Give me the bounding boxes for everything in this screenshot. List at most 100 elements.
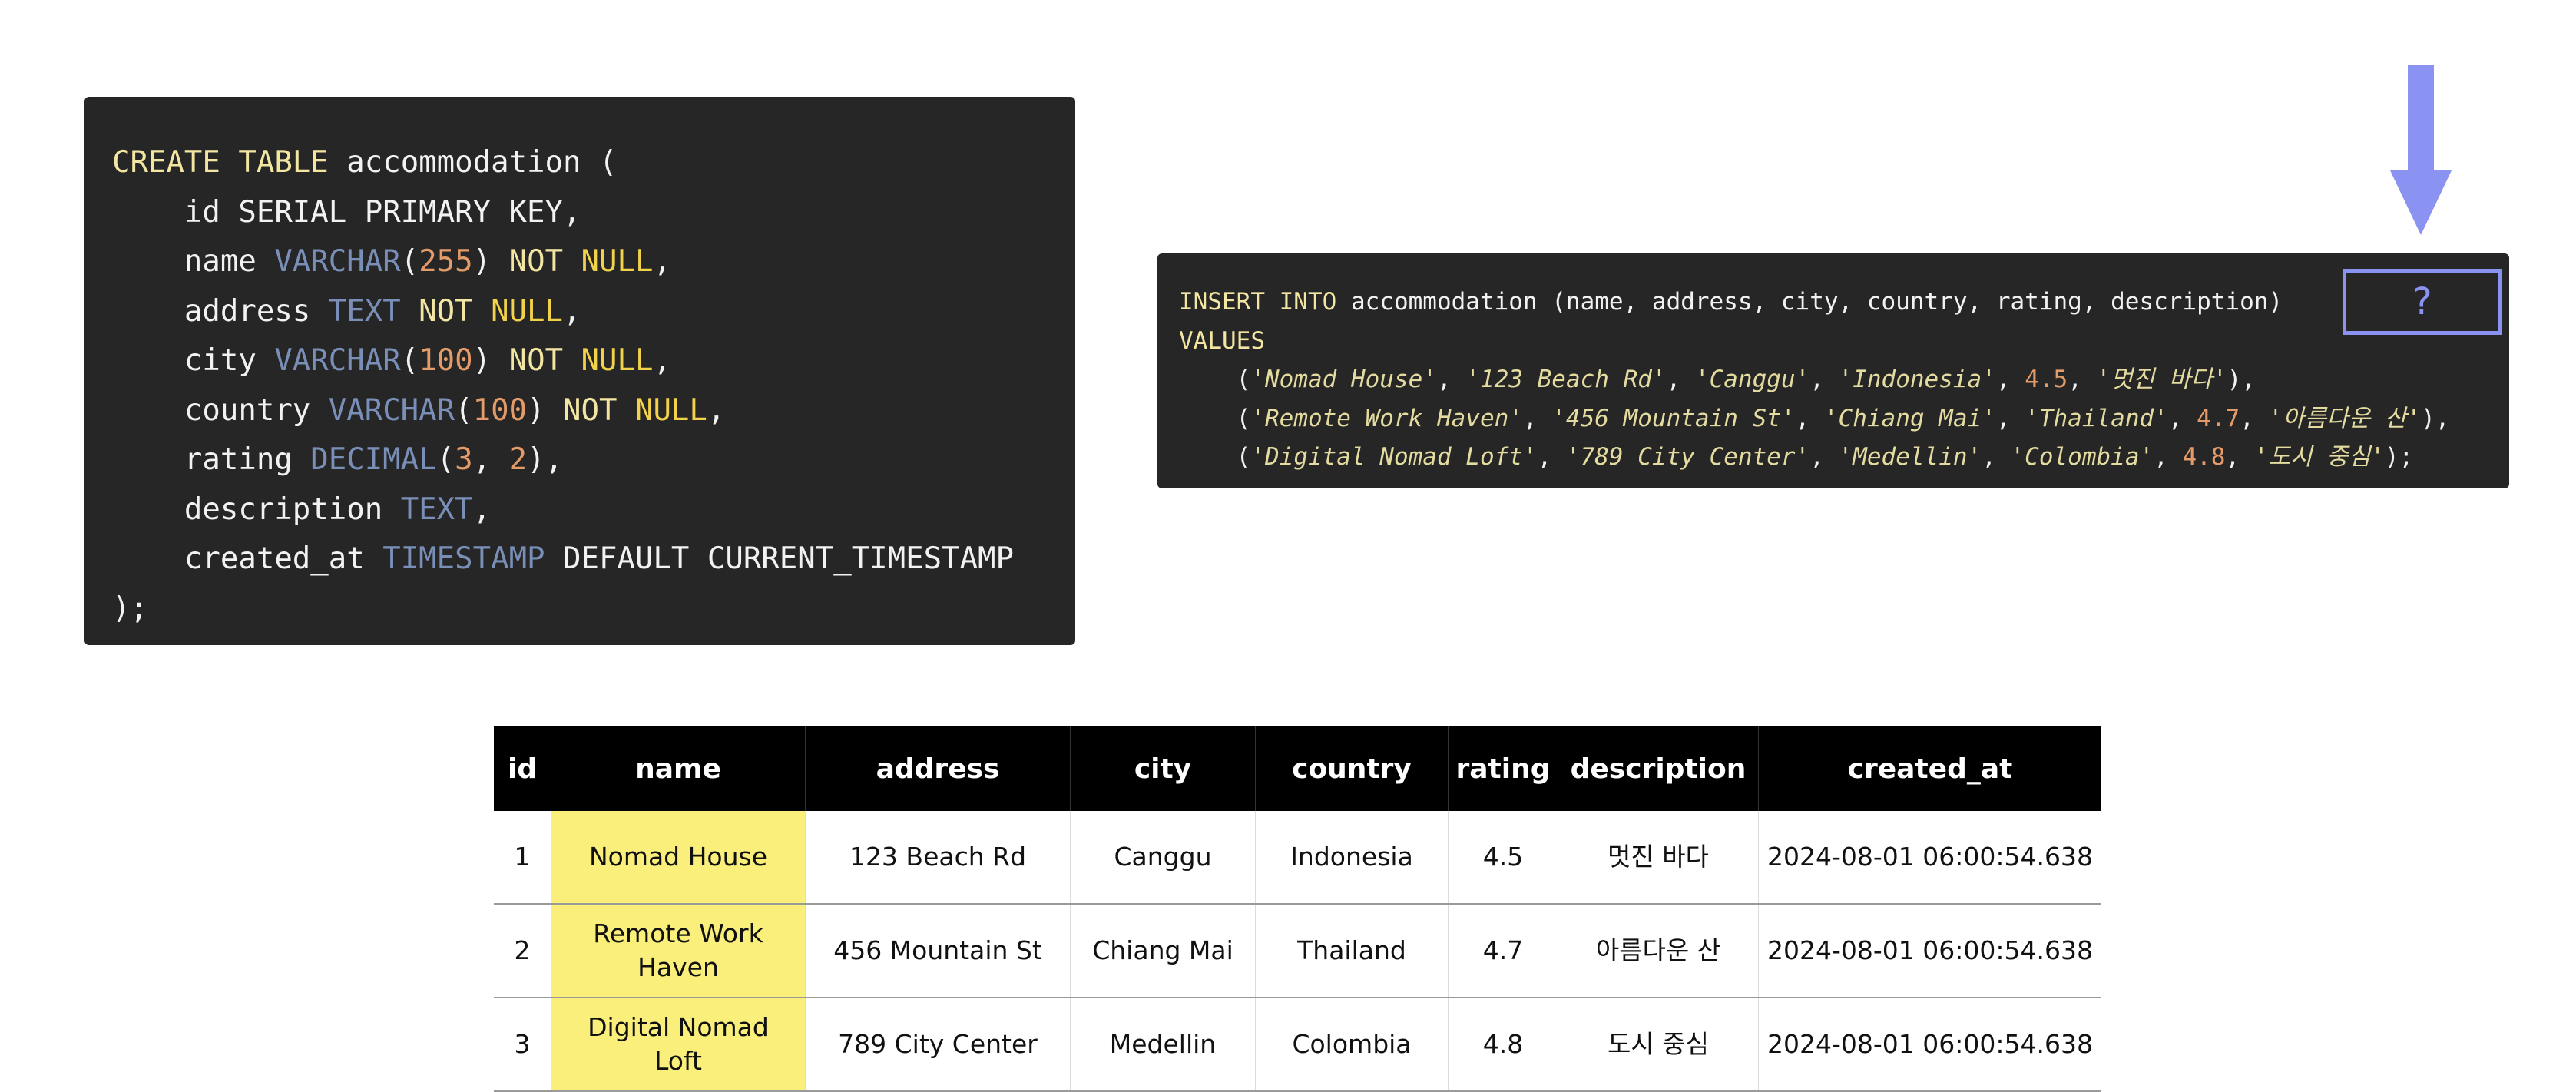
code-token: 'Digital Nomad Loft' bbox=[1250, 443, 1538, 471]
table-row: 2 Remote Work Haven 456 Mountain St Chiang … bbox=[494, 904, 2101, 998]
code-token: 'Colombia' bbox=[2010, 443, 2154, 471]
code-token: NULL bbox=[491, 293, 564, 329]
code-token: 255 bbox=[419, 244, 473, 279]
code-token: created_at bbox=[112, 541, 383, 576]
code-token: , bbox=[1982, 443, 2011, 471]
insert-code-line: VALUES bbox=[1179, 322, 2509, 361]
code-token: INSERT INTO bbox=[1179, 288, 1351, 316]
code-token: country bbox=[112, 392, 329, 428]
code-token: NULL bbox=[634, 392, 707, 428]
create-table-code-line: rating DECIMAL(3, 2), bbox=[112, 435, 1075, 485]
code-token: accommodation (name, address, city, coun… bbox=[1350, 288, 2283, 316]
insert-code-line: INSERT INTO accommodation (name, address… bbox=[1179, 283, 2509, 322]
down-arrow-icon bbox=[2390, 65, 2452, 235]
code-token: NULL bbox=[581, 343, 654, 378]
column-header-address: address bbox=[805, 726, 1071, 811]
create-table-code-line: id SERIAL PRIMARY KEY, bbox=[112, 188, 1075, 238]
create-table-code-line: address TEXT NOT NULL, bbox=[112, 287, 1075, 337]
code-token: TIMESTAMP bbox=[382, 541, 564, 576]
code-token: ( bbox=[1179, 404, 1251, 432]
code-token: '멋진 바다' bbox=[2096, 366, 2227, 393]
code-token: , bbox=[472, 491, 492, 527]
code-token: 'Medellin' bbox=[1838, 443, 1982, 471]
insert-code-line: ('Nomad House', '123 Beach Rd', 'Canggu'… bbox=[1179, 360, 2509, 399]
code-token: NOT bbox=[508, 343, 581, 378]
code-token: , bbox=[653, 343, 671, 378]
cell-id: 2 bbox=[494, 904, 551, 998]
code-token: , bbox=[1666, 366, 1695, 393]
table-row: 3 Digital Nomad Loft 789 City Center Medell… bbox=[494, 998, 2101, 1092]
question-box: ? bbox=[2343, 269, 2502, 335]
cell-id: 3 bbox=[494, 998, 551, 1092]
code-token: 2 bbox=[508, 442, 528, 477]
code-token: , bbox=[563, 293, 581, 329]
create-table-code-line: city VARCHAR(100) NOT NULL, bbox=[112, 336, 1075, 386]
column-header-description: description bbox=[1558, 726, 1759, 811]
code-token: description bbox=[112, 491, 401, 527]
insert-code-line: ('Digital Nomad Loft', '789 City Center'… bbox=[1179, 438, 2509, 477]
cell-name: Remote Work Haven bbox=[551, 904, 806, 998]
column-header-city: city bbox=[1070, 726, 1256, 811]
create-table-code-line: created_at TIMESTAMP DEFAULT CURRENT_TIM… bbox=[112, 534, 1075, 584]
cell-address: 456 Mountain St bbox=[805, 904, 1071, 998]
cell-address: 123 Beach Rd bbox=[805, 811, 1071, 905]
code-token: 4.8 bbox=[2182, 443, 2226, 471]
code-token: '789 City Center' bbox=[1565, 443, 1810, 471]
code-token: , bbox=[472, 442, 509, 477]
code-token: id SERIAL PRIMARY KEY, bbox=[112, 194, 581, 230]
code-token: VARCHAR bbox=[274, 244, 401, 279]
code-token: , bbox=[2154, 443, 2183, 471]
code-token: ( bbox=[400, 244, 419, 279]
cell-city: Chiang Mai bbox=[1070, 904, 1256, 998]
code-token: , bbox=[707, 392, 726, 428]
code-token: 'Canggu' bbox=[1694, 366, 1810, 393]
create-table-code-line: ); bbox=[112, 584, 1075, 634]
code-token: '도시 중심' bbox=[2253, 443, 2385, 471]
code-token: ), bbox=[2421, 404, 2450, 432]
code-token: TEXT bbox=[400, 491, 473, 527]
code-token: address bbox=[112, 293, 329, 329]
cell-created-at: 2024-08-01 06:00:54.638 bbox=[1758, 904, 2101, 998]
code-token: ) bbox=[472, 343, 509, 378]
code-token: DECIMAL bbox=[310, 442, 437, 477]
create-table-code-line: description TEXT, bbox=[112, 485, 1075, 535]
cell-rating: 4.7 bbox=[1448, 904, 1558, 998]
code-token: , bbox=[1436, 366, 1466, 393]
table-row: 1 Nomad House 123 Beach Rd Canggu Indonesia 4… bbox=[494, 811, 2101, 905]
cell-rating: 4.5 bbox=[1448, 811, 1558, 905]
code-token: 100 bbox=[419, 343, 473, 378]
code-token: rating bbox=[112, 442, 311, 477]
code-token: '456 Mountain St' bbox=[1551, 404, 1796, 432]
code-token: accommodation ( bbox=[346, 145, 618, 180]
cell-description: 멋진 바다 bbox=[1558, 811, 1759, 905]
code-token: , bbox=[1537, 443, 1566, 471]
code-token: TEXT bbox=[328, 293, 419, 329]
code-token: ( bbox=[1179, 366, 1251, 393]
cell-city: Medellin bbox=[1070, 998, 1256, 1092]
code-token: ), bbox=[527, 442, 564, 477]
code-token: , bbox=[2068, 366, 2097, 393]
insert-into-code-block: INSERT INTO accommodation (name, address… bbox=[1157, 253, 2509, 488]
code-token: 'Thailand' bbox=[2025, 404, 2168, 432]
code-token: 100 bbox=[472, 392, 528, 428]
code-token: VARCHAR bbox=[328, 392, 455, 428]
code-token: , bbox=[1995, 366, 2025, 393]
code-token: , bbox=[1809, 443, 1839, 471]
cell-id: 1 bbox=[494, 811, 551, 905]
table-header-row: id name address city country rating descriptio… bbox=[494, 726, 2101, 811]
code-token: DEFAULT CURRENT_TIMESTAMP bbox=[563, 541, 1015, 576]
cell-description: 아름다운 산 bbox=[1558, 904, 1759, 998]
result-table: id name address city country rating descriptio… bbox=[494, 726, 2101, 1092]
code-token: ( bbox=[1179, 443, 1251, 471]
code-token: ( bbox=[400, 343, 419, 378]
code-token: 'Chiang Mai' bbox=[1823, 404, 1996, 432]
code-token: 'Nomad House' bbox=[1250, 366, 1437, 393]
code-token: '아름다운 산' bbox=[2268, 404, 2422, 432]
code-token: ) bbox=[472, 244, 509, 279]
code-token: , bbox=[653, 244, 671, 279]
code-token: 4.5 bbox=[2025, 366, 2068, 393]
column-header-created-at: created_at bbox=[1758, 726, 2101, 811]
cell-description: 도시 중심 bbox=[1558, 998, 1759, 1092]
code-token: , bbox=[1795, 404, 1824, 432]
cell-country: Thailand bbox=[1255, 904, 1449, 998]
